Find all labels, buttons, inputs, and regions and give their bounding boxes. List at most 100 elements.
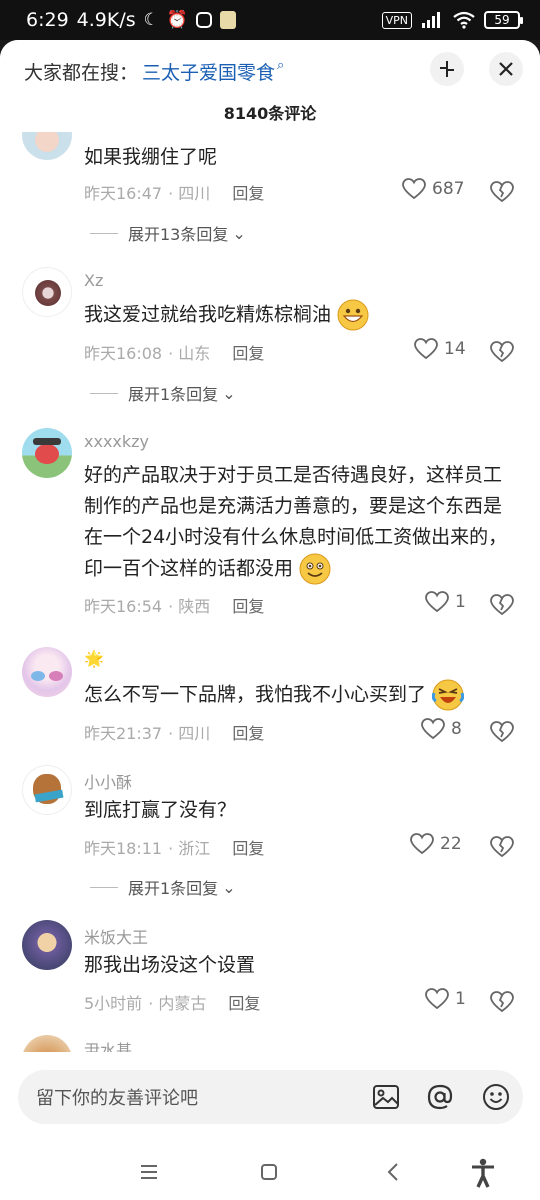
comment-input-placeholder: 留下你的友善评论吧 [36,1088,198,1109]
comment-meta: 昨天16:08 · 山东 回复 [84,340,264,364]
comment-time: 昨天18:11 [84,839,163,858]
like-button[interactable]: 1 [425,988,466,1010]
comment-time: 昨天21:37 [84,724,163,743]
comment-time: 昨天16:47 [84,184,163,203]
app-icon [196,12,213,28]
avatar[interactable] [22,647,72,697]
comment-text: 到底打赢了没有？ [84,799,237,821]
comment-text: 如果我绷住了呢 [84,146,218,168]
collapse-icon [440,61,454,77]
chevron-down-icon: ⌄ [232,223,246,243]
avatar[interactable] [22,1035,72,1052]
like-button[interactable]: 687 [402,178,464,200]
like-button[interactable]: 1 [425,591,466,613]
reply-button[interactable]: 回复 [228,990,260,1014]
reply-button[interactable]: 回复 [232,720,264,744]
dislike-icon[interactable] [490,835,514,859]
status-bar: 6:29 4.9K/s ☾ ⏰ VPN 59 [0,0,540,40]
expand-label: 展开13条回复 [128,225,229,244]
comment-location: · 四川 [168,184,211,203]
search-prefix: 大家都在搜： [24,62,139,84]
comment-text: 那我出场没这个设置 [84,954,256,976]
like-button[interactable]: 8 [421,718,462,740]
search-term-link[interactable]: 三太子爱国零食 [142,58,275,85]
network-speed: 4.9K/s [76,9,136,31]
collapse-button[interactable] [430,52,464,86]
avatar[interactable] [22,765,72,815]
comment-time: 昨天16:08 [84,344,163,363]
vpn-badge: VPN [381,11,412,29]
comment-text: 好的产品取决于对于员工是否待遇良好，这样员工制作的产品也是充满活力善意的，要是这… [84,460,514,585]
image-icon[interactable] [372,1083,400,1111]
reply-button[interactable]: 回复 [232,180,264,204]
comment-meta: 5小时前 · 内蒙古 回复 [84,990,260,1014]
comment-time: 昨天16:54 [84,597,163,616]
like-count: 8 [451,719,462,739]
username[interactable]: 尹水基 [84,1037,132,1052]
avatar[interactable] [22,267,72,317]
avatar[interactable] [22,920,72,970]
like-count: 1 [455,989,466,1009]
avatar[interactable] [22,428,72,478]
username[interactable]: xxxxkzy [84,432,149,451]
comment-text: 怎么不写一下品牌，我怕我不小心买到了 [84,679,514,711]
like-count: 1 [455,592,466,612]
alarm-icon: ⏰ [166,10,189,30]
comment-location: · 浙江 [168,839,211,858]
search-suggestion[interactable]: 大家都在搜： 三太子爱国零食 ⌕ [24,58,284,85]
signal-icon [422,12,440,28]
comment-text: 我这爱过就给我吃精炼棕榈油 [84,299,514,331]
reply-button[interactable]: 回复 [232,835,264,859]
reply-button[interactable]: 回复 [232,593,264,617]
dislike-icon[interactable] [490,340,514,364]
at-mention-icon[interactable] [426,1083,454,1111]
heart-icon [410,833,434,855]
comment-input[interactable]: 留下你的友善评论吧 [18,1070,523,1124]
avatar[interactable] [22,132,72,160]
like-count: 14 [444,339,466,359]
expand-replies-button[interactable]: 展开1条回复 ⌄ [90,381,236,405]
heart-icon [421,718,445,740]
username[interactable]: 🌟 [84,649,104,668]
menu-icon[interactable] [139,1164,159,1180]
grin-emoji-icon [337,299,369,331]
home-icon[interactable] [260,1163,278,1181]
close-button[interactable] [489,52,523,86]
heart-icon [414,338,438,360]
username[interactable]: Xz [84,271,103,290]
like-count: 22 [440,834,462,854]
divider [90,392,118,394]
clock: 6:29 [26,9,69,31]
like-button[interactable]: 14 [414,338,466,360]
dislike-icon[interactable] [490,180,514,204]
app-icon [220,11,237,29]
like-count: 687 [432,179,465,199]
emoji-icon[interactable] [482,1083,510,1111]
battery-icon: 59 [484,11,523,29]
comment-location: · 四川 [168,724,211,743]
username[interactable]: 小小酥 [84,769,132,793]
search-icon: ⌕ [277,58,285,73]
like-button[interactable]: 22 [410,833,462,855]
chevron-down-icon: ⌄ [222,877,236,897]
comment-list[interactable]: 如果我绷住了呢 昨天16:47 · 四川 回复 687 展开13条回复 ⌄ Xz [0,132,540,1052]
moon-icon: ☾ [143,10,159,30]
comment-meta: 昨天18:11 · 浙江 回复 [84,835,264,859]
back-icon[interactable] [385,1162,401,1182]
username[interactable]: 米饭大王 [84,924,148,948]
accessibility-icon[interactable] [470,1158,496,1188]
laughing-emoji-icon [432,679,465,711]
dislike-icon[interactable] [490,720,514,744]
expand-replies-button[interactable]: 展开1条回复 ⌄ [90,875,236,899]
comment-location: · 山东 [168,344,211,363]
comment-meta: 昨天21:37 · 四川 回复 [84,720,264,744]
chevron-down-icon: ⌄ [222,383,236,403]
reply-button[interactable]: 回复 [232,340,264,364]
expand-label: 展开1条回复 [128,879,219,898]
heart-icon [402,178,426,200]
expand-replies-button[interactable]: 展开13条回复 ⌄ [90,221,246,245]
dislike-icon[interactable] [490,990,514,1014]
close-icon [499,62,513,76]
comment-count: 8140条评论 [223,104,317,123]
dislike-icon[interactable] [490,593,514,617]
